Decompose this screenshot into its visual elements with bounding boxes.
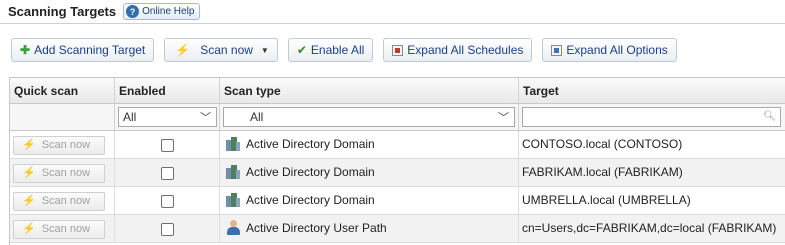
options-icon [551,44,563,56]
scan-type-filter-value: All [250,110,264,124]
target-cell: FABRIKAM.local (FABRIKAM) [519,159,785,187]
scan-type-cell: Active Directory Domain [220,131,519,159]
table-row[interactable]: ⚡ Scan now Active Directory Domain CONTOS… [10,131,785,159]
grid-filter-row: All ﹀ All ﹀ 🔍︎ [10,104,785,131]
enabled-filter-select[interactable]: All ﹀ [118,107,217,127]
table-row[interactable]: ⚡ Scan now Active Directory Domain FABRIK… [10,159,785,187]
toolbar: ✚ Add Scanning Target ⚡ Scan now ▼ ✔ Ena… [0,25,785,75]
row-scan-now-label: Scan now [41,223,91,235]
row-scan-now-label: Scan now [41,167,91,179]
ad-domain-icon [226,193,240,207]
enabled-checkbox[interactable] [161,167,174,180]
online-help-label: Online Help [142,6,195,17]
scan-type-cell: Active Directory Domain [220,187,519,215]
ad-domain-icon [226,137,240,151]
lightning-icon: ⚡ [22,223,36,235]
target-text: CONTOSO.local (CONTOSO) [522,137,683,151]
row-scan-now-button[interactable]: ⚡ Scan now [13,220,105,239]
chevron-down-icon: ﹀ [200,112,211,124]
enabled-cell [115,131,220,159]
page-title: Scanning Targets [8,4,117,19]
scan-type-filter-select[interactable]: All ﹀ [223,107,515,127]
row-scan-now-button[interactable]: ⚡ Scan now [13,164,105,183]
ad-user-icon [226,220,240,235]
quick-scan-cell: ⚡ Scan now [10,187,115,215]
checkmark-icon: ✔ [296,43,307,57]
grid-header-row: Quick scan Enabled Scan type Target [10,78,785,104]
row-scan-now-label: Scan now [41,195,91,207]
table-row[interactable]: ⚡ Scan now Active Directory Domain UMBREL… [10,187,785,215]
enabled-cell [115,187,220,215]
target-cell: CONTOSO.local (CONTOSO) [519,131,785,159]
column-header-quick-scan[interactable]: Quick scan [10,78,115,104]
scan-type-text: Active Directory Domain [246,165,375,179]
quick-scan-cell: ⚡ Scan now [10,159,115,187]
add-scanning-target-label: Add Scanning Target [34,43,146,57]
expand-all-schedules-label: Expand All Schedules [407,43,524,57]
scan-now-button[interactable]: ⚡ Scan now ▼ [164,38,278,62]
scan-type-text: Active Directory Domain [246,193,375,207]
lightning-icon: ⚡ [175,43,191,57]
quick-scan-cell: ⚡ Scan now [10,131,115,159]
target-text: UMBRELLA.local (UMBRELLA) [522,193,691,207]
expand-all-schedules-button[interactable]: Expand All Schedules [383,38,533,62]
column-header-scan-type[interactable]: Scan type [220,78,519,104]
row-scan-now-button[interactable]: ⚡ Scan now [13,136,105,155]
target-cell: UMBRELLA.local (UMBRELLA) [519,187,785,215]
target-text: cn=Users,dc=FABRIKAM,dc=local (FABRIKAM) [522,221,777,235]
online-help-button[interactable]: ? Online Help [123,3,201,20]
column-header-target[interactable]: Target [519,78,785,104]
table-row[interactable]: ⚡ Scan now Active Directory User Path cn=… [10,215,785,243]
ad-domain-icon [226,165,240,179]
enable-all-label: Enable All [310,43,365,57]
enabled-checkbox[interactable] [161,139,174,152]
target-filter-cell: 🔍︎ [519,104,785,131]
lightning-icon: ⚡ [22,167,36,179]
lightning-icon: ⚡ [22,195,36,207]
target-text: FABRIKAM.local (FABRIKAM) [522,165,683,179]
scan-now-label: Scan now [200,43,253,57]
expand-all-options-button[interactable]: Expand All Options [542,38,677,62]
enabled-filter-cell: All ﹀ [115,104,220,131]
row-scan-now-label: Scan now [41,139,91,151]
add-scanning-target-button[interactable]: ✚ Add Scanning Target [11,38,155,62]
enabled-cell [115,215,220,243]
search-icon: 🔍︎ [763,111,776,122]
enabled-cell [115,159,220,187]
scan-type-filter-cell: All ﹀ [220,104,519,131]
help-icon: ? [126,5,140,18]
dropdown-arrow-icon: ▼ [260,45,269,55]
title-bar: Scanning Targets ? Online Help [0,0,785,24]
enabled-checkbox[interactable] [161,223,174,236]
quick-scan-cell: ⚡ Scan now [10,215,115,243]
lightning-icon: ⚡ [22,139,36,151]
expand-all-options-label: Expand All Options [566,43,668,57]
target-filter-input[interactable]: 🔍︎ [522,107,781,127]
scanning-targets-grid: Quick scan Enabled Scan type Target All … [9,77,785,245]
enable-all-button[interactable]: ✔ Enable All [287,38,374,62]
schedule-icon [392,44,404,56]
row-scan-now-button[interactable]: ⚡ Scan now [13,192,105,211]
scan-type-cell: Active Directory User Path [220,215,519,243]
plus-icon: ✚ [20,43,31,57]
scan-type-text: Active Directory Domain [246,137,375,151]
target-cell: cn=Users,dc=FABRIKAM,dc=local (FABRIKAM) [519,215,785,243]
quick-scan-filter-cell [10,104,115,131]
chevron-down-icon: ﹀ [498,112,509,124]
enabled-filter-value: All [123,110,137,124]
column-header-enabled[interactable]: Enabled [115,78,220,104]
scan-type-text: Active Directory User Path [246,221,387,235]
scan-type-cell: Active Directory Domain [220,159,519,187]
enabled-checkbox[interactable] [161,195,174,208]
